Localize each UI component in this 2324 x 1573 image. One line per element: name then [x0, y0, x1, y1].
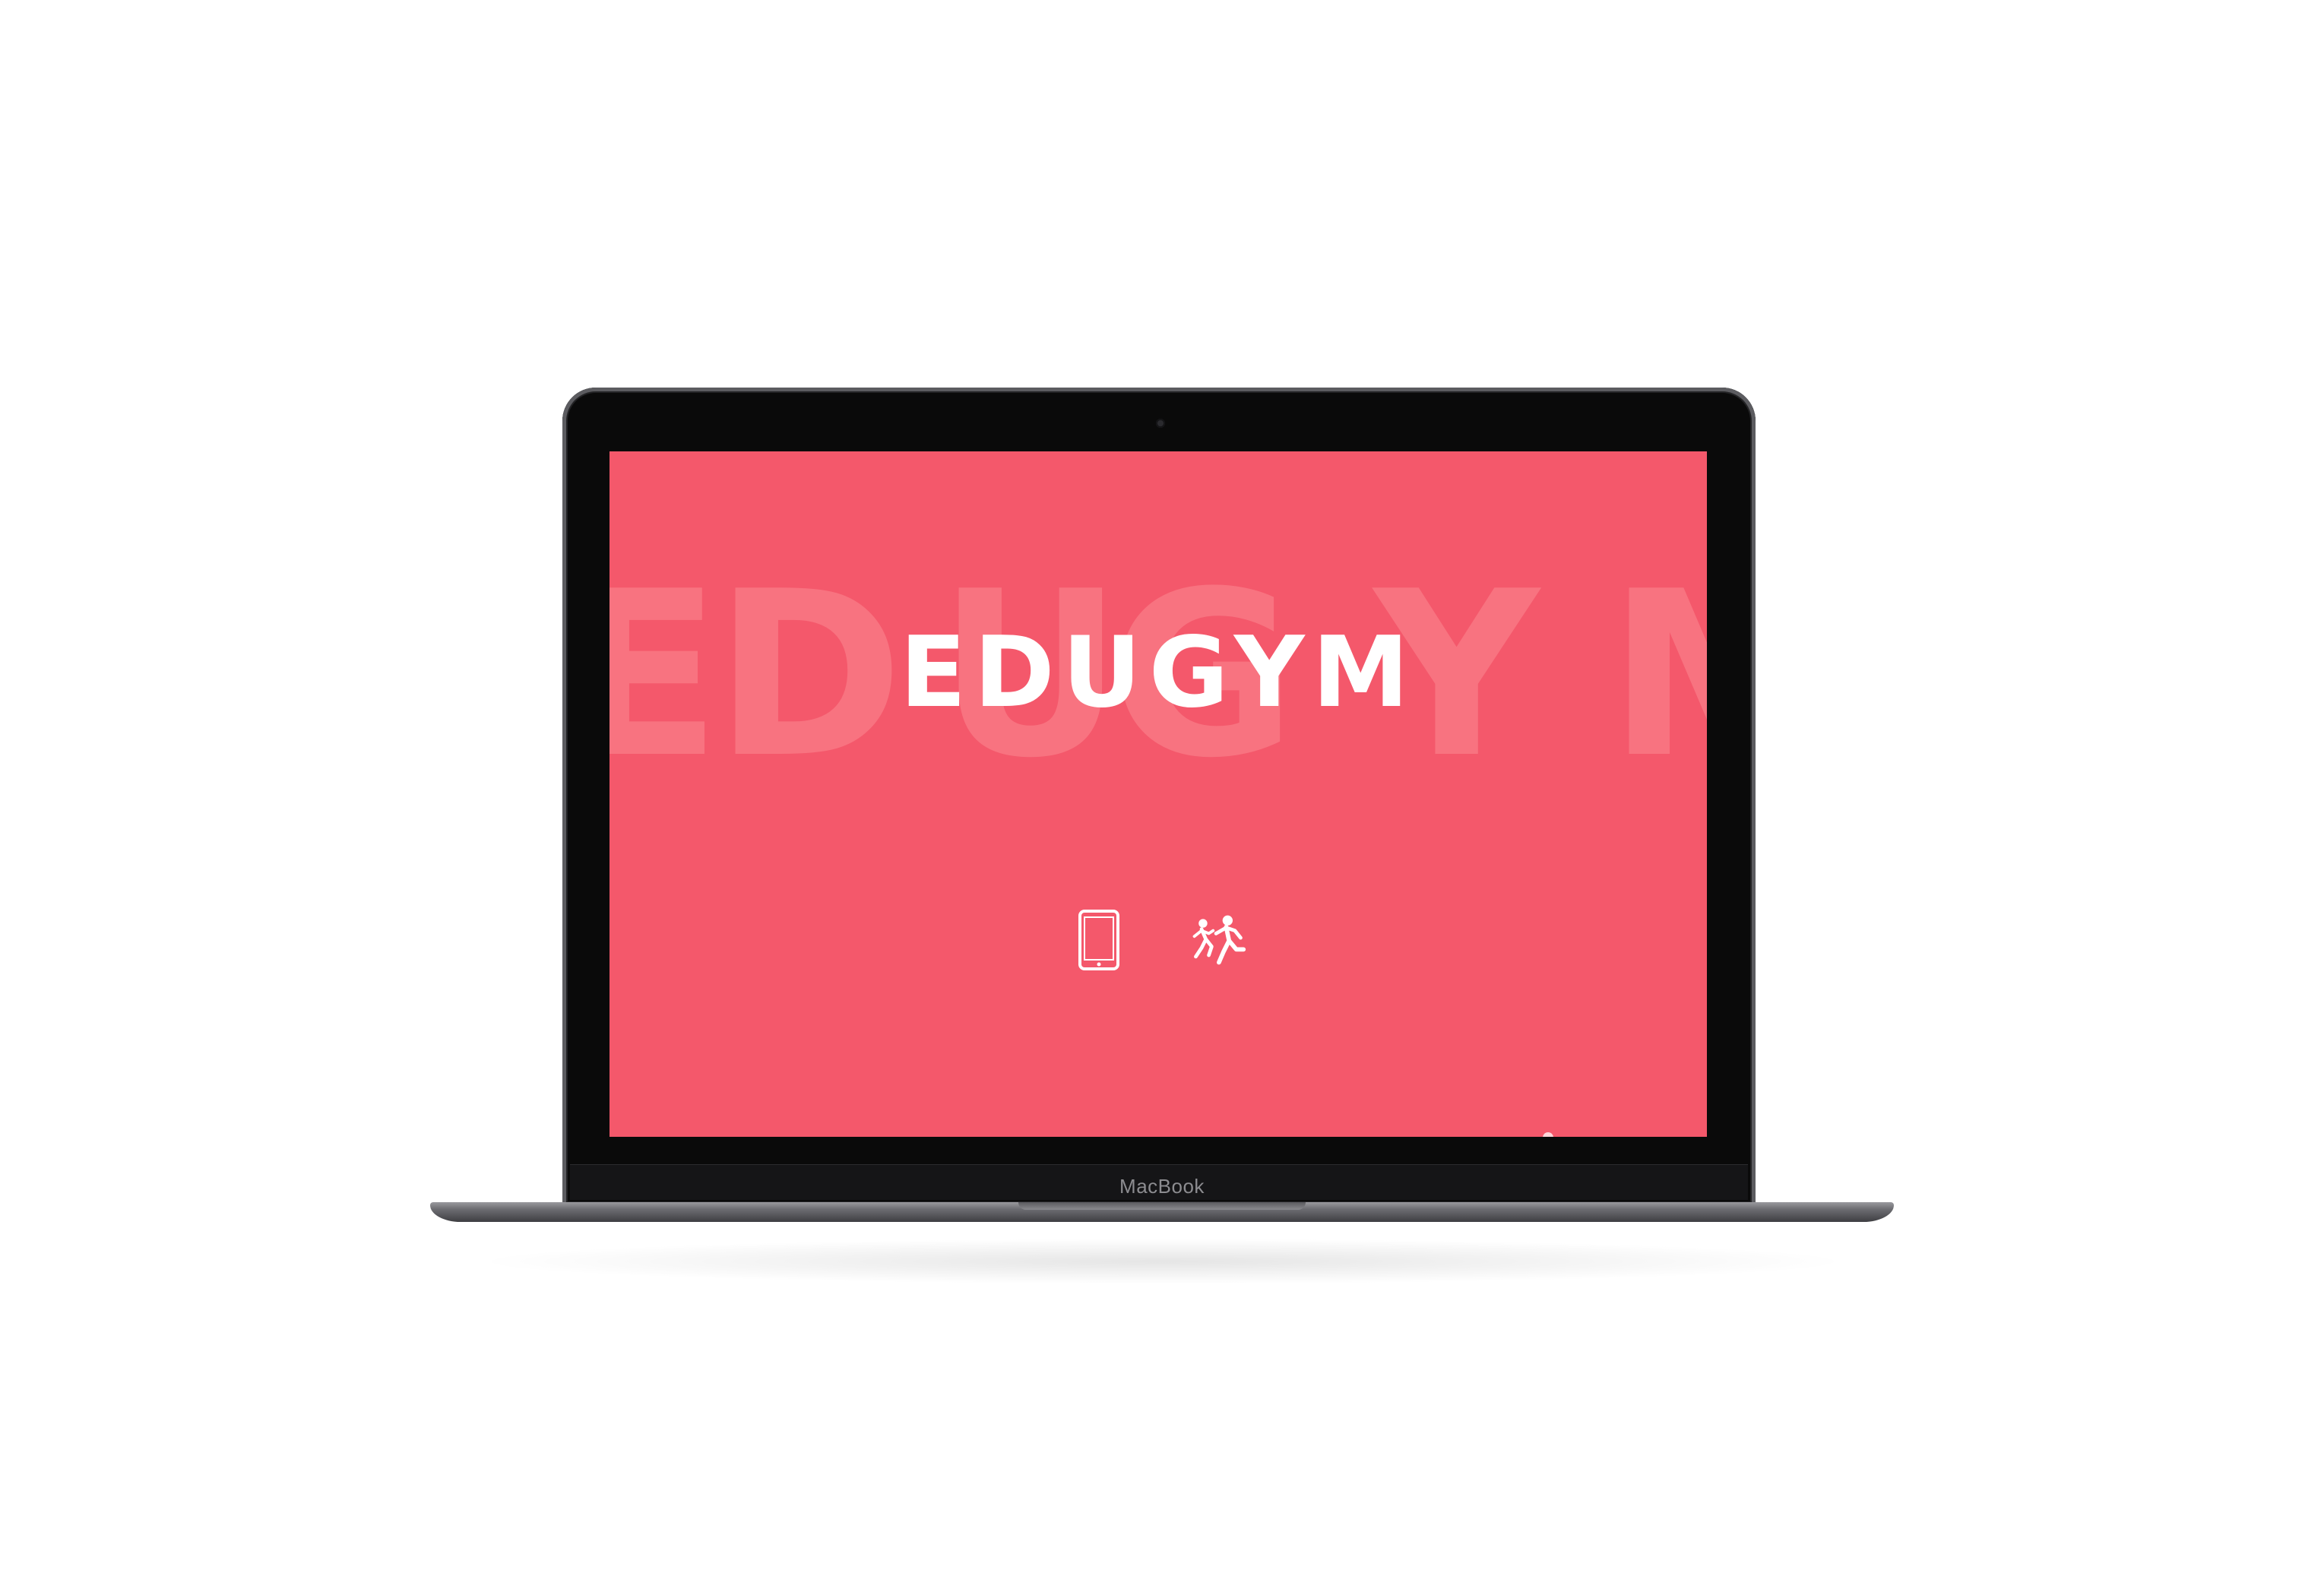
feature-icons [609, 909, 1707, 971]
laptop-base-notch [1018, 1202, 1306, 1210]
scroll-indicator[interactable] [1543, 1132, 1553, 1137]
laptop-shadow [471, 1239, 1854, 1284]
webcam [1156, 419, 1165, 428]
website-screen: E D U G Y M EDUGYM [609, 451, 1707, 1137]
laptop-brand-label: MacBook [1119, 1175, 1205, 1198]
tablet-icon[interactable] [1069, 909, 1129, 971]
site-title: EDUGYM [900, 616, 1417, 730]
running-kids-icon[interactable] [1187, 909, 1248, 971]
